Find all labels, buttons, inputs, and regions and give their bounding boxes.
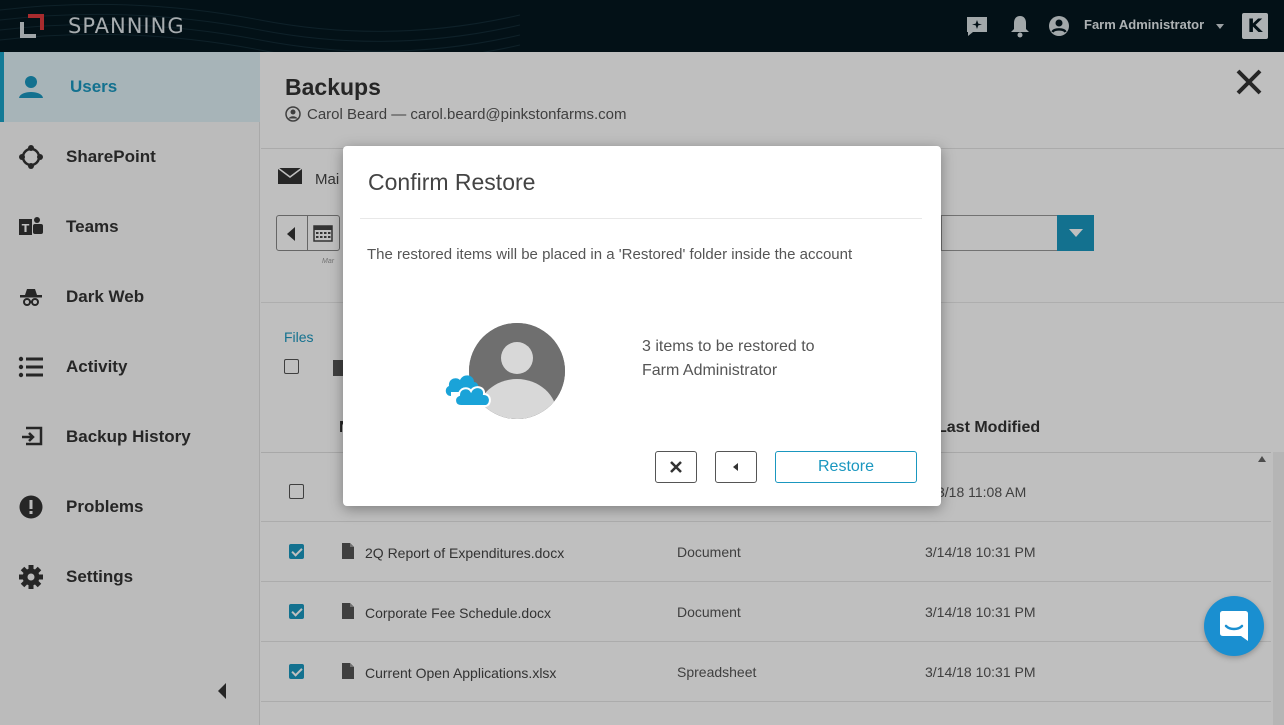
restore-button[interactable]: Restore bbox=[775, 451, 917, 483]
cancel-button[interactable] bbox=[655, 451, 697, 483]
dialog-message: The restored items will be placed in a '… bbox=[367, 246, 853, 263]
dialog-title: Confirm Restore bbox=[368, 169, 536, 195]
divider bbox=[360, 218, 922, 219]
chevron-left-icon bbox=[733, 463, 738, 471]
restore-count: 3 items to be restored to bbox=[642, 338, 815, 355]
close-icon bbox=[670, 461, 682, 473]
chat-launcher-button[interactable] bbox=[1204, 596, 1264, 656]
restore-target: Farm Administrator bbox=[642, 362, 778, 379]
chat-icon bbox=[1220, 611, 1248, 641]
cloud-icon bbox=[445, 375, 491, 407]
confirm-restore-dialog: Confirm Restore The restored items will … bbox=[343, 146, 941, 506]
back-button[interactable] bbox=[715, 451, 757, 483]
